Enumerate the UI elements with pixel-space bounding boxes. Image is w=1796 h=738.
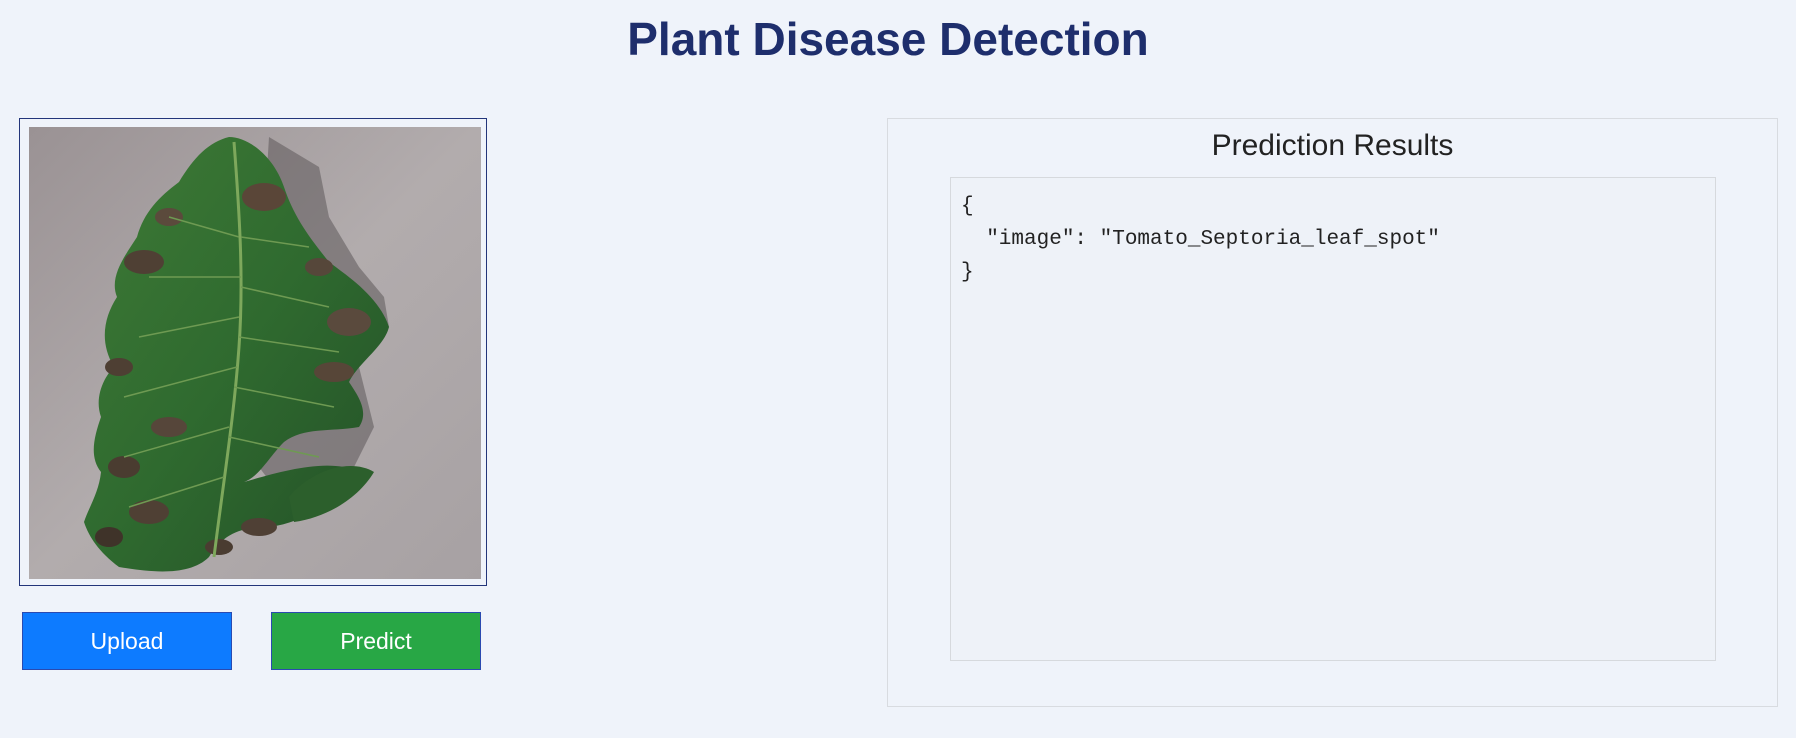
prediction-results-panel: Prediction Results { "image": "Tomato_Se… <box>887 118 1778 707</box>
upload-button[interactable]: Upload <box>22 612 232 670</box>
page-title: Plant Disease Detection <box>627 13 1149 65</box>
predict-button[interactable]: Predict <box>271 612 481 670</box>
results-json-text: { "image": "Tomato_Septoria_leaf_spot" } <box>961 195 1440 284</box>
results-output-box: { "image": "Tomato_Septoria_leaf_spot" } <box>950 177 1716 661</box>
results-title: Prediction Results <box>1211 129 1454 162</box>
image-preview-frame <box>19 118 487 586</box>
leaf-image <box>29 127 481 579</box>
